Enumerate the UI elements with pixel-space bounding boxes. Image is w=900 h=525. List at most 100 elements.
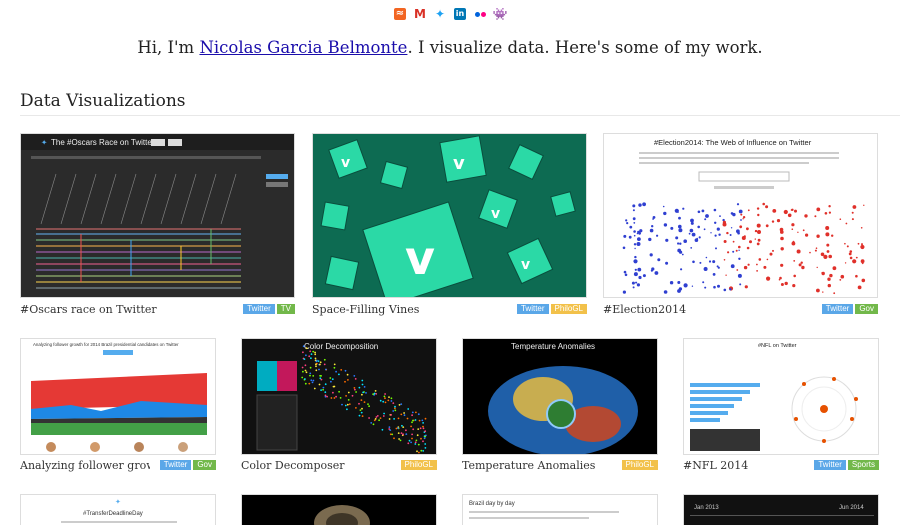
linkedin-icon[interactable]: in (454, 8, 466, 20)
decorative-dot (333, 385, 336, 388)
thumbnail-oscars[interactable]: ✦ The #Oscars Race on Twitter (20, 133, 295, 298)
decorative-dot (698, 236, 701, 239)
decorative-dot (374, 418, 377, 420)
decorative-dot (651, 267, 655, 271)
viz-card-vines[interactable]: v v v v v Space-Filling Vines Twitter Ph… (312, 133, 587, 318)
decorative-dot (633, 222, 636, 224)
social-links: ≈ M ✦ in 👾 (0, 8, 900, 22)
thumbnail-brazil-day-by-day[interactable]: Brazil day by day (462, 494, 658, 525)
viz-card-oscars[interactable]: ✦ The #Oscars Race on Twitter #Oscars ra… (20, 133, 295, 318)
card-caption[interactable]: #Oscars race on Twitter (20, 303, 220, 316)
decorative-dot (780, 263, 784, 267)
decorative-dot (417, 413, 420, 416)
thumb-title-election: #Election2014: The Web of Influence on T… (654, 138, 812, 147)
decorative-dot (754, 229, 758, 233)
decorative-dot (714, 234, 717, 237)
thumbnail-follower-growth[interactable]: Analyzing follower growth for 2014 Brazi… (20, 338, 216, 455)
thumbnail-nfl[interactable]: #NFL on Twitter (683, 338, 879, 455)
viz-card-brazil-day-by-day[interactable]: Brazil day by day (462, 494, 658, 525)
thumbnail-election2014[interactable]: #Election2014: The Web of Influence on T… (603, 133, 878, 298)
tag-gov[interactable]: Gov (193, 460, 216, 470)
tag-twitter[interactable]: Twitter (159, 460, 192, 470)
thumbnail-transfer-deadline[interactable]: ✦ #TransferDeadlineDay (20, 494, 216, 525)
decorative-dot (626, 222, 629, 225)
decorative-dot (679, 242, 682, 245)
decorative-dot (326, 395, 328, 398)
decorative-dot (398, 438, 400, 440)
tag-twitter[interactable]: Twitter (516, 304, 549, 314)
decorative-dot (792, 240, 795, 243)
decorative-dot (375, 393, 378, 395)
decorative-dot (737, 273, 742, 278)
card-caption[interactable]: Color Decomposer (241, 459, 391, 472)
viz-card-dark-render[interactable] (241, 494, 437, 525)
viz-card-follower-growth[interactable]: Analyzing follower growth for 2014 Brazi… (20, 338, 216, 473)
card-caption[interactable]: Temperature Anomalies (462, 459, 612, 472)
tag-twitter[interactable]: Twitter (814, 460, 846, 470)
decorative-dot (384, 401, 387, 404)
decorative-dot (422, 422, 424, 424)
decorative-dot (389, 433, 392, 436)
decorative-dot (379, 417, 382, 419)
viz-card-color-decomposer[interactable]: Color Decomposition Color Decomposer Phi… (241, 338, 437, 473)
viz-card-temperature[interactable]: Temperature Anomalies Temperature Anomal… (462, 338, 658, 473)
decorative-dot (420, 437, 422, 440)
author-name-link[interactable]: Nicolas Garcia Belmonte (199, 38, 407, 57)
decorative-dot (825, 232, 830, 237)
thumbnail-temperature[interactable]: Temperature Anomalies (462, 338, 658, 455)
tag-philogl[interactable]: PhiloGL (550, 304, 587, 314)
decorative-dot (339, 397, 342, 399)
decorative-dot (394, 405, 396, 408)
thumbnail-dark-render[interactable] (241, 494, 437, 525)
decorative-dot (637, 237, 641, 241)
twitter-icon[interactable]: ✦ (434, 8, 446, 20)
thumbnail-timeline[interactable]: Jan 2013 Jun 2014 (683, 494, 879, 525)
tag-twitter[interactable]: Twitter (821, 304, 854, 314)
decorative-dot (402, 426, 405, 428)
intro-suffix: . I visualize data. Here's some of my wo… (407, 38, 763, 57)
card-caption[interactable]: #NFL 2014 (683, 459, 803, 472)
viz-card-transfer-deadline[interactable]: ✦ #TransferDeadlineDay (20, 494, 216, 525)
decorative-dot (747, 209, 750, 212)
card-caption[interactable]: Analyzing follower growt… (20, 459, 150, 472)
decorative-dot (323, 363, 326, 366)
decorative-dot (631, 281, 635, 285)
decorative-dot (324, 383, 327, 386)
tag-sports[interactable]: Sports (847, 460, 879, 470)
thumbnail-color-decomposer[interactable]: Color Decomposition (241, 338, 437, 455)
decorative-dot (422, 427, 425, 430)
decorative-dot (344, 369, 347, 372)
gmail-icon[interactable]: M (414, 8, 426, 20)
viz-card-nfl[interactable]: #NFL on Twitter #NFL 2014 Twitter Sports (683, 338, 879, 473)
decorative-dot (861, 243, 863, 246)
decorative-dot (825, 226, 830, 230)
invader-icon[interactable]: 👾 (493, 8, 508, 20)
decorative-dot (309, 350, 312, 353)
decorative-dot (689, 228, 694, 233)
tag-philogl[interactable]: PhiloGL (621, 460, 658, 470)
decorative-dot (779, 276, 782, 280)
tag-tv[interactable]: TV (276, 304, 295, 314)
decorative-dot (846, 245, 849, 248)
viz-card-election2014[interactable]: #Election2014: The Web of Influence on T… (603, 133, 878, 318)
decorative-dot (738, 209, 743, 214)
flickr-icon[interactable] (474, 8, 486, 20)
rss-icon[interactable]: ≈ (394, 8, 406, 20)
tag-gov[interactable]: Gov (855, 304, 878, 314)
tag-twitter[interactable]: Twitter (243, 304, 275, 314)
decorative-dot (723, 259, 726, 261)
card-caption[interactable]: #Election2014 (603, 303, 793, 316)
tag-philogl[interactable]: PhiloGL (400, 460, 437, 470)
tag-list: PhiloGL (621, 460, 658, 470)
decorative-dot (302, 351, 304, 354)
viz-card-timeline[interactable]: Jan 2013 Jun 2014 (683, 494, 879, 525)
decorative-dot (383, 412, 385, 415)
decorative-dot (628, 235, 632, 239)
timeline-axis-end: Jun 2014 (839, 505, 864, 511)
decorative-dot (347, 399, 350, 401)
decorative-dot (304, 378, 306, 380)
thumbnail-vines[interactable]: v v v v v (312, 133, 587, 298)
decorative-dot (679, 250, 683, 254)
card-caption[interactable]: Space-Filling Vines (312, 303, 502, 316)
decorative-dot (816, 234, 820, 238)
